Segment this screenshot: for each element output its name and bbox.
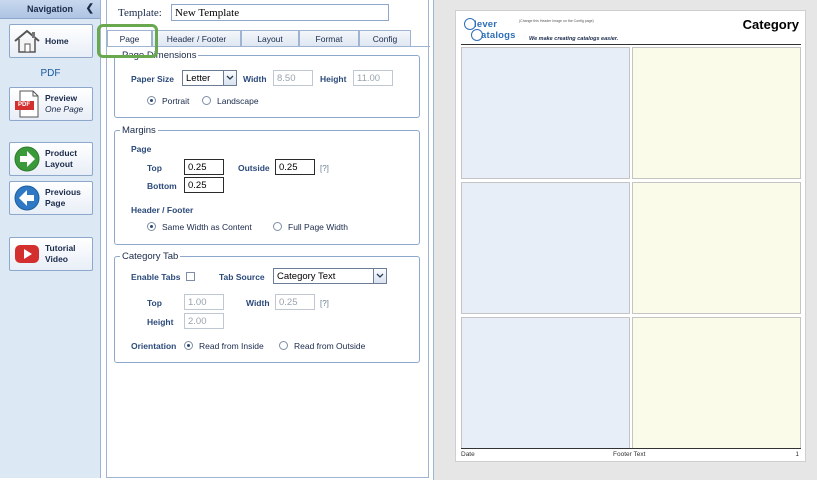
- tab-orientation-label: Orientation: [131, 341, 177, 351]
- page-height-input[interactable]: [353, 70, 393, 86]
- tab-config[interactable]: Config: [359, 30, 411, 46]
- margin-help-link[interactable]: [?]: [320, 164, 329, 173]
- tab-height-input[interactable]: [184, 313, 224, 329]
- same-width-label: Same Width as Content: [162, 222, 252, 232]
- tutorial-video-button[interactable]: Tutorial Video: [9, 237, 93, 271]
- portrait-label: Portrait: [162, 96, 190, 106]
- same-width-radio[interactable]: [147, 222, 156, 231]
- layout-cell: [461, 47, 630, 179]
- page-width-input[interactable]: [273, 70, 313, 86]
- collapse-icon[interactable]: ❮: [86, 3, 94, 14]
- page-category-title: Category: [742, 17, 799, 32]
- preview-label: Preview: [45, 93, 78, 103]
- chevron-down-icon: [373, 269, 386, 283]
- landscape-label: Landscape: [217, 96, 259, 106]
- previous-page-button[interactable]: Previous Page: [9, 181, 93, 215]
- tab-page[interactable]: Page: [107, 30, 152, 46]
- template-name-input[interactable]: [171, 4, 389, 21]
- tab-source-label: Tab Source: [219, 272, 265, 282]
- margins-legend: Margins: [122, 125, 156, 136]
- tab-divider: [107, 46, 430, 47]
- home-button[interactable]: Home: [9, 24, 93, 58]
- margin-outside-input[interactable]: [275, 159, 315, 175]
- navigation-header: Navigation ❮: [0, 0, 100, 19]
- landscape-radio[interactable]: [202, 96, 211, 105]
- tab-height-label: Height: [147, 317, 174, 327]
- logo-note: (Change this Header Image on the Config …: [519, 19, 594, 23]
- footer-rule: [461, 448, 801, 449]
- logo-tagline: We make creating catalogs easier.: [529, 36, 619, 42]
- margin-outside-label: Outside: [238, 163, 270, 173]
- read-from-outside-label: Read from Outside: [294, 341, 366, 351]
- product-layout-label: Product Layout: [45, 148, 78, 169]
- read-from-inside-label: Read from Inside: [199, 341, 264, 351]
- layout-cell: [632, 182, 801, 314]
- play-icon: [12, 239, 42, 269]
- tab-width-input[interactable]: [275, 294, 315, 310]
- margin-bottom-label: Bottom: [147, 181, 177, 191]
- layout-cell: [632, 47, 801, 179]
- pdf-section-label: PDF: [40, 68, 61, 79]
- tab-help-link[interactable]: [?]: [320, 299, 329, 308]
- pdf-icon-text: PDF: [18, 102, 30, 108]
- tab-format[interactable]: Format: [299, 30, 359, 46]
- paper-size-value: Letter: [186, 72, 211, 84]
- layout-cell: [461, 317, 630, 449]
- pdf-icon: PDF: [12, 89, 42, 119]
- template-label: Template:: [118, 7, 162, 19]
- navigation-panel: Navigation ❮ Home PDF PDF Preview One Pa…: [0, 0, 101, 478]
- layout-cell: [632, 317, 801, 449]
- layout-cell: [461, 182, 630, 314]
- footer-text: Footer Text: [613, 451, 646, 458]
- tab-layout[interactable]: Layout: [241, 30, 299, 46]
- tab-top-label: Top: [147, 298, 162, 308]
- paper-size-select[interactable]: Letter: [182, 70, 237, 86]
- catalog-logo: lever atalogs (Change this Header Image …: [462, 17, 642, 47]
- chevron-down-icon: [223, 71, 236, 85]
- tab-source-select[interactable]: Category Text: [273, 268, 387, 284]
- preview-button-label: Preview One Page: [45, 93, 83, 115]
- preview-sub-label: One Page: [45, 104, 84, 114]
- width-label: Width: [243, 74, 267, 84]
- read-from-outside-radio[interactable]: [279, 341, 288, 350]
- home-button-label: Home: [45, 35, 69, 46]
- house-icon: [12, 26, 42, 56]
- enable-tabs-label: Enable Tabs: [131, 272, 181, 282]
- tab-width-label: Width: [246, 298, 270, 308]
- height-label: Height: [320, 74, 347, 84]
- full-page-width-label: Full Page Width: [288, 222, 348, 232]
- product-layout-button[interactable]: Product Layout: [9, 142, 93, 176]
- previous-page-label: Previous Page: [45, 187, 81, 208]
- catalog-page-preview: lever atalogs (Change this Header Image …: [455, 10, 806, 462]
- margin-bottom-input[interactable]: [184, 177, 224, 193]
- preview-one-page-button[interactable]: PDF Preview One Page: [9, 87, 93, 121]
- enable-tabs-checkbox[interactable]: [186, 272, 195, 281]
- footer-page-number: 1: [795, 451, 799, 458]
- page-dimensions-legend: Page Dimensions: [122, 50, 197, 61]
- logo-word-bottom: atalogs: [481, 30, 516, 41]
- arrow-right-icon: [12, 144, 42, 174]
- navigation-title: Navigation: [26, 4, 73, 14]
- tab-top-input[interactable]: [184, 294, 224, 310]
- footer-date: Date: [461, 451, 475, 458]
- header-footer-label: Header / Footer: [131, 205, 194, 215]
- arrow-left-icon: [12, 183, 42, 213]
- margin-top-input[interactable]: [184, 159, 224, 175]
- tab-source-value: Category Text: [277, 270, 336, 282]
- read-from-inside-radio[interactable]: [184, 341, 193, 350]
- tab-header-footer[interactable]: Header / Footer: [152, 30, 241, 46]
- portrait-radio[interactable]: [147, 96, 156, 105]
- paper-size-label: Paper Size: [131, 74, 174, 84]
- margin-top-label: Top: [147, 163, 162, 173]
- header-rule: [461, 44, 801, 45]
- editor-tabs: Page Header / Footer Layout Format Confi…: [107, 30, 430, 46]
- template-editor-panel: Template: Page Header / Footer Layout Fo…: [106, 0, 430, 478]
- margins-page-label: Page: [131, 144, 152, 154]
- tutorial-video-label: Tutorial Video: [45, 243, 76, 264]
- full-page-width-radio[interactable]: [273, 222, 282, 231]
- category-tab-legend: Category Tab: [122, 251, 179, 262]
